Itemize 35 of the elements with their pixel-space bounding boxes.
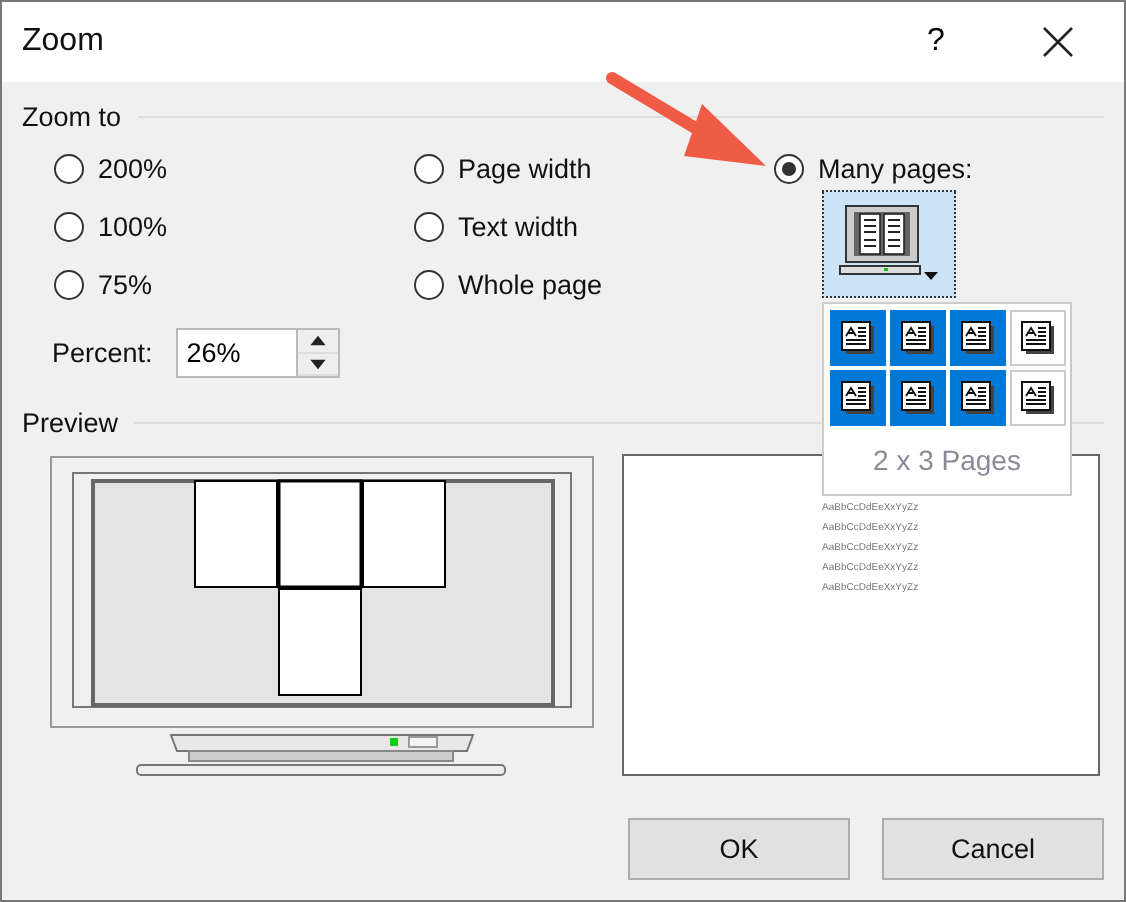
document-icon bbox=[1019, 380, 1055, 416]
radio-option[interactable]: 100% bbox=[54, 206, 168, 246]
group-label: Zoom to bbox=[22, 101, 122, 131]
radio-option[interactable]: Page width bbox=[414, 148, 592, 188]
radio-option[interactable]: Many pages: bbox=[774, 148, 973, 188]
close-icon bbox=[1042, 26, 1074, 58]
document-icon bbox=[899, 320, 935, 356]
page-grid-cell[interactable] bbox=[829, 310, 885, 366]
dialog-button[interactable]: OK bbox=[628, 818, 850, 880]
radio-option[interactable]: 200% bbox=[54, 148, 168, 188]
dialog-button[interactable]: Cancel bbox=[882, 818, 1104, 880]
document-icon bbox=[959, 320, 995, 356]
help-button[interactable]: ? bbox=[906, 24, 966, 60]
pages-dropdown-button[interactable] bbox=[822, 190, 956, 298]
document-icon bbox=[1019, 320, 1055, 356]
page-grid-cell[interactable] bbox=[949, 310, 1005, 366]
page-grid-cell[interactable] bbox=[829, 370, 885, 426]
page-grid-cell[interactable] bbox=[889, 310, 945, 366]
grid-size-label: 2 x 3 Pages bbox=[873, 444, 1021, 476]
radio-option[interactable]: Text width bbox=[414, 206, 579, 246]
page-grid-cell[interactable] bbox=[1009, 310, 1065, 366]
document-icon bbox=[899, 380, 935, 416]
page-grid-cell[interactable] bbox=[1009, 370, 1065, 426]
document-icon bbox=[959, 380, 995, 416]
close-button[interactable] bbox=[1038, 22, 1078, 62]
window-title: Zoom bbox=[22, 24, 106, 60]
group-label: Preview bbox=[22, 407, 119, 437]
radio-option[interactable]: 75% bbox=[54, 264, 153, 304]
percent-label: Percent: bbox=[52, 338, 153, 368]
page-grid-cell[interactable] bbox=[889, 370, 945, 426]
document-icon bbox=[839, 380, 875, 416]
document-icon bbox=[839, 320, 875, 356]
radio-option[interactable]: Whole page bbox=[414, 264, 603, 304]
percent-field[interactable]: 26% bbox=[176, 328, 297, 378]
page-grid-cell[interactable] bbox=[949, 370, 1005, 426]
